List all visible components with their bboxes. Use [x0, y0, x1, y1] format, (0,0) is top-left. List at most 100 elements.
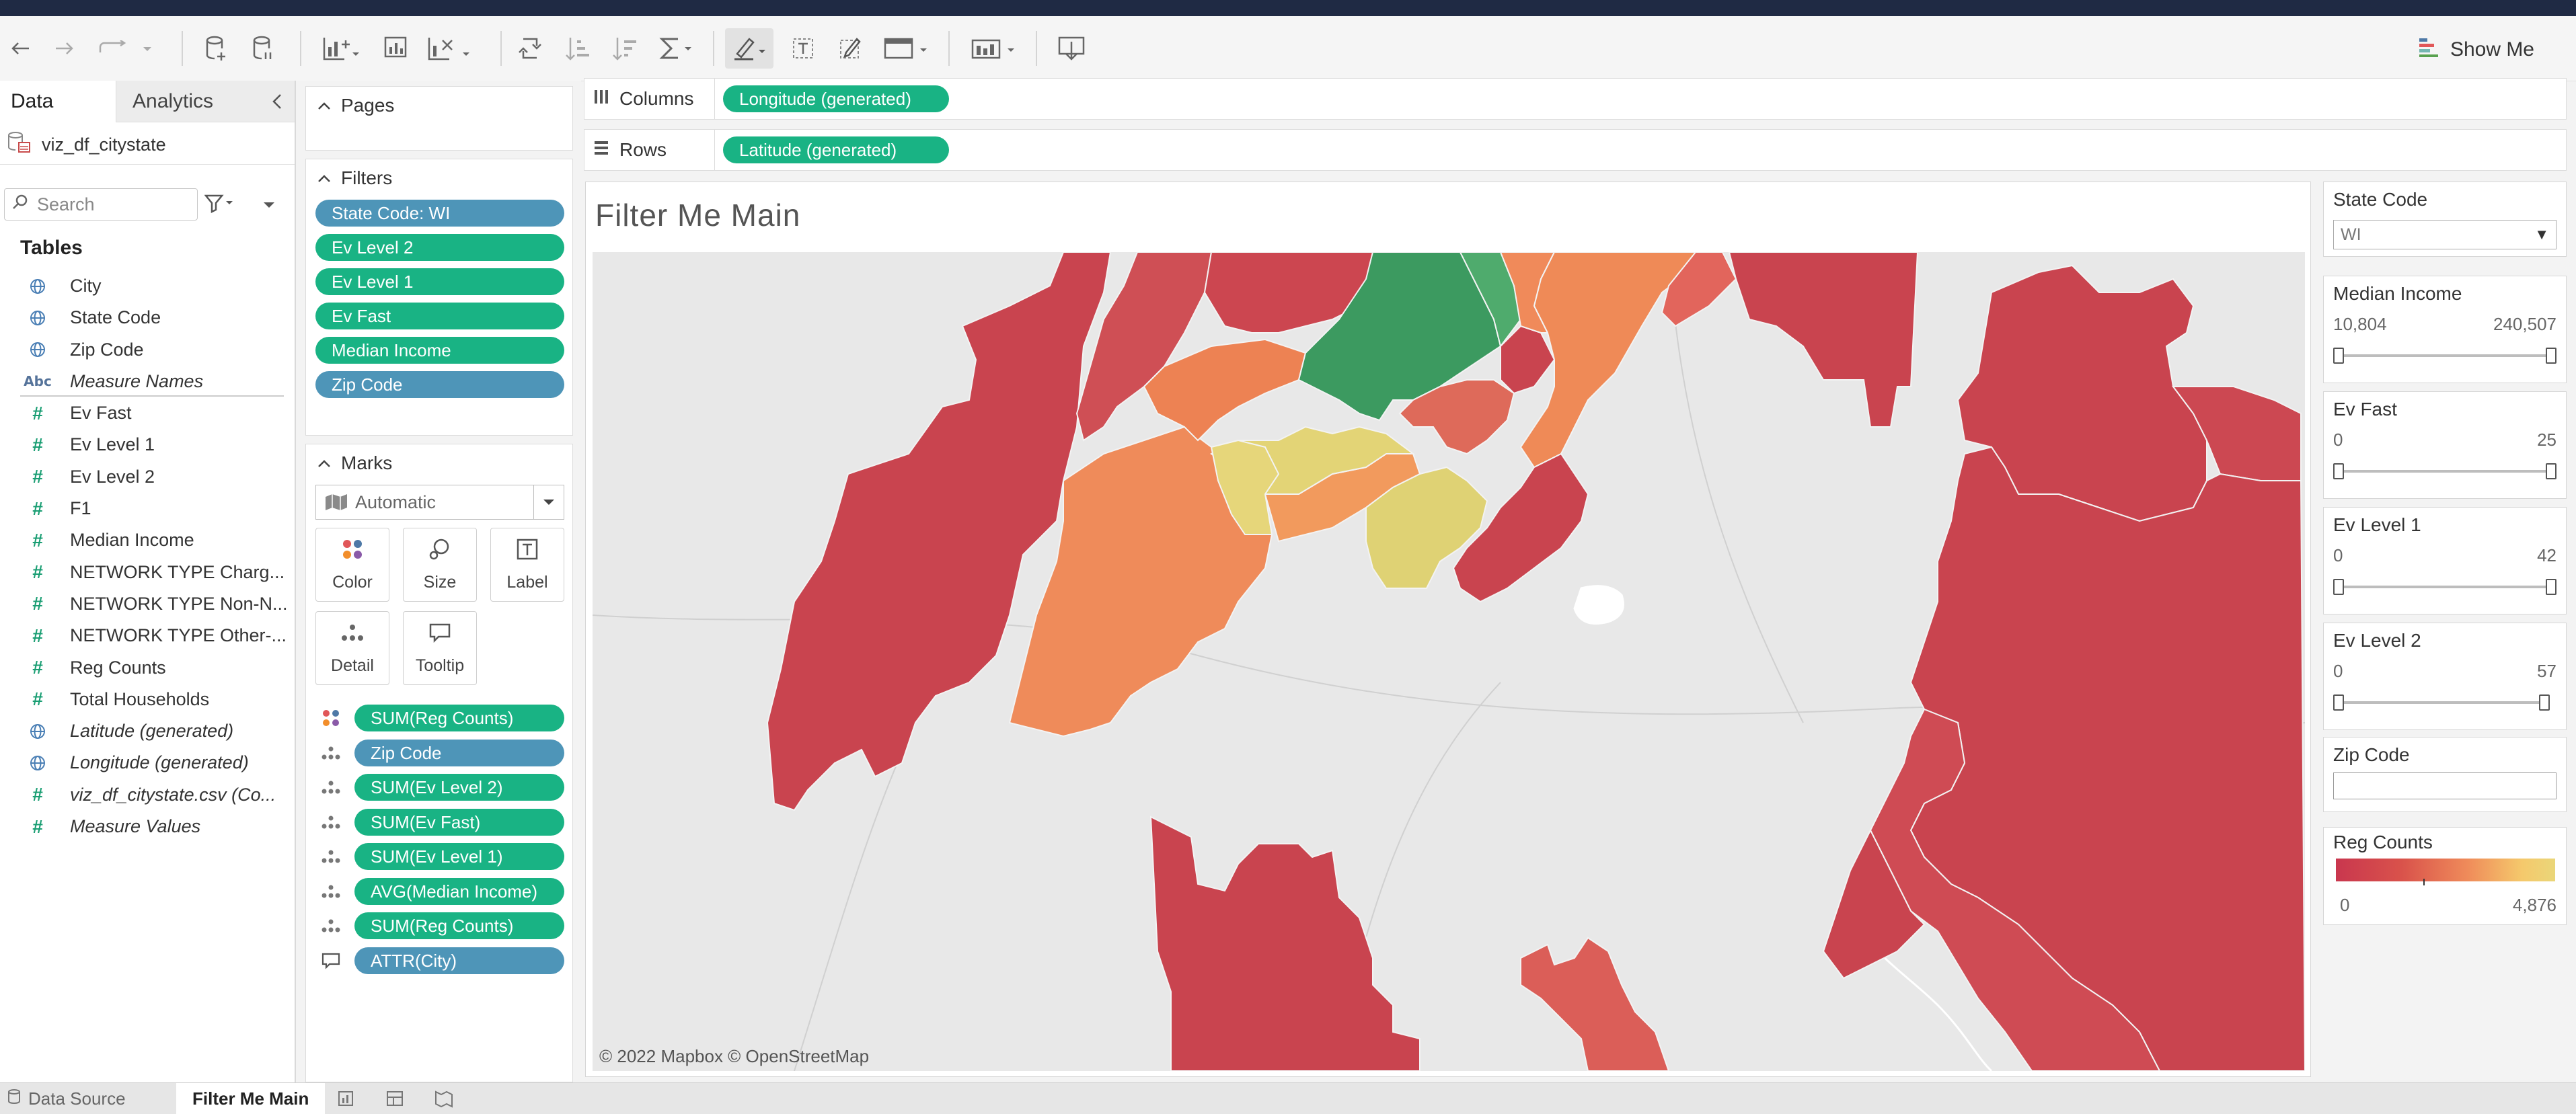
filter-fields-button[interactable] [204, 191, 234, 219]
slider-min-handle[interactable] [2333, 694, 2344, 711]
mark-type-dropdown[interactable]: Automatic [315, 485, 564, 520]
field-item[interactable]: Latitude (generated) [0, 715, 295, 747]
field-item[interactable]: City [0, 270, 295, 302]
marks-field-pill[interactable]: SUM(Ev Level 2) [354, 774, 564, 801]
field-item[interactable]: Longitude (generated) [0, 747, 295, 779]
ev-level-2-slider[interactable] [2333, 694, 2556, 711]
collapse-pane-icon[interactable] [270, 81, 284, 122]
slider-min-handle[interactable] [2333, 579, 2344, 595]
filter-pill[interactable]: Zip Code [315, 371, 564, 398]
map-view[interactable]: © 2022 Mapbox © OpenStreetMap [593, 252, 2305, 1071]
field-item[interactable]: # NETWORK TYPE Charg... [0, 557, 295, 588]
field-item[interactable]: # Measure Values [0, 811, 295, 842]
marks-card-header[interactable]: Marks [317, 444, 392, 482]
rows-shelf[interactable]: Rows Latitude (generated) [584, 129, 2567, 171]
fit-view-icon[interactable] [881, 28, 932, 69]
detail-button[interactable]: Detail [315, 611, 389, 685]
detail-dots-icon[interactable] [315, 738, 346, 768]
detail-dots-icon[interactable] [315, 910, 346, 941]
field-item[interactable]: # Ev Level 2 [0, 461, 295, 493]
filter-pill[interactable]: Ev Level 2 [315, 234, 564, 261]
text-label-icon[interactable] [788, 28, 818, 69]
undo-icon[interactable] [7, 28, 34, 69]
new-story-tab-icon[interactable] [433, 1083, 453, 1114]
field-item[interactable]: Zip Code [0, 334, 295, 366]
marks-field-pill[interactable]: SUM(Reg Counts) [354, 705, 564, 731]
marks-field-row[interactable]: SUM(Reg Counts) [315, 703, 564, 733]
clear-sheet-icon[interactable] [425, 28, 472, 69]
detail-dots-icon[interactable] [315, 807, 346, 838]
new-worksheet-tab-icon[interactable] [336, 1083, 356, 1114]
filters-card-header[interactable]: Filters [317, 159, 392, 197]
field-item[interactable]: # NETWORK TYPE Non-N... [0, 588, 295, 620]
search-field[interactable]: Search [4, 188, 198, 221]
filter-pill[interactable]: Ev Level 1 [315, 268, 564, 295]
sort-descending-icon[interactable] [609, 28, 639, 69]
map-attribution[interactable]: © 2022 Mapbox © OpenStreetMap [599, 1046, 869, 1067]
tab-data[interactable]: Data [0, 81, 116, 122]
color-button[interactable]: Color [315, 528, 389, 602]
slider-min-handle[interactable] [2333, 348, 2344, 364]
marks-field-pill[interactable]: ATTR(City) [354, 947, 564, 974]
tab-analytics[interactable]: Analytics [116, 81, 295, 122]
marks-field-row[interactable]: SUM(Ev Fast) [315, 807, 564, 838]
zip-code-input[interactable] [2333, 772, 2556, 799]
field-item[interactable]: # viz_df_citystate.csv (Co... [0, 779, 295, 811]
columns-pill-longitude[interactable]: Longitude (generated) [723, 85, 949, 112]
median-income-slider[interactable] [2333, 348, 2556, 364]
swap-rows-columns-icon[interactable] [517, 28, 546, 69]
new-worksheet-icon[interactable] [320, 28, 361, 69]
marks-field-pill[interactable]: SUM(Ev Fast) [354, 808, 564, 836]
tab-data-source[interactable]: Data Source [7, 1083, 126, 1114]
presentation-mode-icon[interactable] [969, 28, 1020, 69]
detail-dots-icon[interactable] [315, 841, 346, 872]
marks-field-row[interactable]: AVG(Median Income) [315, 876, 564, 907]
format-pen-icon[interactable] [835, 28, 865, 69]
show-me-button[interactable]: Show Me [2418, 36, 2534, 63]
filter-pill[interactable]: Ev Fast [315, 303, 564, 329]
field-item[interactable]: # NETWORK TYPE Other-... [0, 620, 295, 651]
detail-dots-icon[interactable] [315, 876, 346, 907]
color-dots-icon[interactable] [315, 703, 346, 733]
slider-min-handle[interactable] [2333, 463, 2344, 479]
field-item[interactable]: # Median Income [0, 524, 295, 556]
field-item[interactable]: Abc Measure Names [0, 366, 295, 397]
slider-max-handle[interactable] [2546, 579, 2556, 595]
marks-field-row[interactable]: SUM(Ev Level 1) [315, 841, 564, 872]
rows-pill-latitude[interactable]: Latitude (generated) [723, 136, 949, 163]
redo-icon[interactable] [51, 28, 78, 69]
marks-field-pill[interactable]: Zip Code [354, 739, 564, 766]
reg-counts-color-ramp[interactable] [2336, 859, 2555, 881]
label-button[interactable]: Label [490, 528, 564, 602]
highlight-icon[interactable] [725, 28, 773, 69]
ev-fast-slider[interactable] [2333, 463, 2556, 479]
columns-shelf[interactable]: Columns Longitude (generated) [584, 78, 2567, 120]
download-icon[interactable] [1055, 28, 1088, 69]
totals-sigma-icon[interactable] [656, 28, 697, 69]
field-item[interactable]: # Reg Counts [0, 652, 295, 684]
datasource-item[interactable]: viz_df_citystate [7, 128, 166, 161]
marks-field-row[interactable]: ATTR(City) [315, 945, 564, 976]
field-item[interactable]: State Code [0, 302, 295, 333]
field-item[interactable]: # Total Households [0, 684, 295, 715]
field-item[interactable]: # Ev Fast [0, 397, 295, 429]
size-button[interactable]: Size [403, 528, 477, 602]
replay-icon[interactable] [94, 28, 155, 69]
pages-card-header[interactable]: Pages [317, 87, 394, 124]
slider-max-handle[interactable] [2546, 463, 2556, 479]
filter-pill[interactable]: Median Income [315, 337, 564, 364]
tooltip-icon[interactable] [315, 945, 346, 976]
duplicate-sheet-icon[interactable] [378, 28, 412, 69]
marks-field-pill[interactable]: AVG(Median Income) [354, 877, 564, 905]
ev-level-1-slider[interactable] [2333, 579, 2556, 595]
filter-pill[interactable]: State Code: WI [315, 200, 564, 227]
marks-field-row[interactable]: SUM(Reg Counts) [315, 910, 564, 941]
detail-dots-icon[interactable] [315, 772, 346, 803]
marks-field-row[interactable]: SUM(Ev Level 2) [315, 772, 564, 803]
field-item[interactable]: # F1 [0, 493, 295, 524]
pause-datasource-icon[interactable] [249, 28, 278, 69]
map-canvas[interactable] [593, 252, 2305, 1071]
slider-max-handle[interactable] [2539, 694, 2550, 711]
marks-field-pill[interactable]: SUM(Ev Level 1) [354, 843, 564, 870]
marks-field-pill[interactable]: SUM(Reg Counts) [354, 912, 564, 939]
